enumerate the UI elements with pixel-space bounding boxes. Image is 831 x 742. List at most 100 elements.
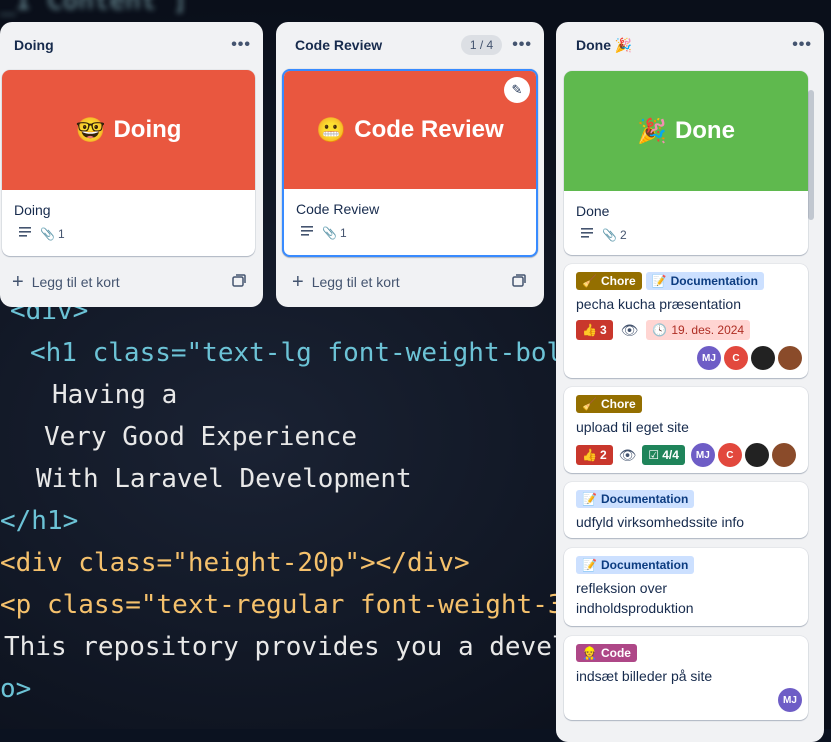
avatar[interactable] bbox=[744, 443, 769, 467]
memo-icon: 📝 bbox=[651, 274, 667, 288]
list-scrollbar[interactable] bbox=[808, 90, 814, 220]
card-labels: 📝 Documentation bbox=[564, 482, 808, 508]
checklist-count: 4/4 bbox=[662, 448, 679, 462]
avatar[interactable] bbox=[751, 346, 775, 370]
avatar[interactable] bbox=[771, 443, 796, 467]
card-cover: 😬 Code Review bbox=[284, 71, 536, 189]
description-icon bbox=[300, 225, 314, 240]
card-badges: 📎 1 bbox=[284, 219, 536, 248]
card-members: MJ C bbox=[697, 346, 802, 370]
avatar[interactable]: MJ bbox=[697, 346, 721, 370]
description-icon bbox=[18, 226, 32, 241]
cover-text: Doing bbox=[113, 116, 182, 143]
list-header: Doing ••• bbox=[0, 22, 263, 68]
attachment-badge: 📎 2 bbox=[602, 228, 627, 242]
code-line: With Laravel Development bbox=[36, 464, 412, 494]
card-upload-site[interactable]: 🧹 Chore upload til eget site 👍 2 👁 ☑ 4/4… bbox=[564, 387, 808, 473]
broom-icon: 🧹 bbox=[582, 397, 597, 411]
edit-card-icon[interactable]: ✎ bbox=[504, 77, 530, 103]
label-chore[interactable]: 🧹 Chore bbox=[576, 395, 642, 413]
card-title: pecha kucha præsentation bbox=[576, 296, 741, 312]
attachment-count: 1 bbox=[57, 226, 65, 241]
list-header: Done 🎉 ••• bbox=[556, 22, 824, 68]
attachment-count: 2 bbox=[619, 227, 627, 242]
memo-icon: 📝 bbox=[582, 492, 597, 506]
votes-badge[interactable]: 👍 2 bbox=[576, 445, 613, 465]
list-code-review: Code Review 1 / 4 ••• 😬 Code Review ✎ Co… bbox=[276, 22, 544, 307]
label-documentation[interactable]: 📝 Documentation bbox=[645, 272, 764, 290]
card-members: MJ bbox=[778, 688, 802, 712]
card-code-review[interactable]: 😬 Code Review ✎ Code Review 📎 1 bbox=[282, 69, 538, 257]
clock-icon: 🕓 bbox=[652, 323, 668, 337]
list-title[interactable]: Done 🎉 bbox=[576, 37, 792, 54]
memo-icon: 📝 bbox=[582, 558, 597, 572]
template-icon[interactable] bbox=[232, 274, 246, 291]
card-badges: 📎 1 bbox=[2, 220, 255, 249]
eye-icon: 👁 bbox=[620, 321, 639, 338]
card-badges: 👍 2 👁 ☑ 4/4 MJ C bbox=[564, 437, 808, 473]
template-icon[interactable] bbox=[512, 274, 526, 291]
grimacing-face-icon: 😬 bbox=[316, 116, 347, 144]
card-labels: 📝 Documentation bbox=[564, 548, 808, 574]
list-menu-icon[interactable]: ••• bbox=[512, 36, 532, 54]
label-documentation[interactable]: 📝 Documentation bbox=[576, 556, 695, 574]
card-title: Code Review bbox=[296, 201, 380, 217]
card-title: upload til eget site bbox=[576, 419, 689, 435]
label-chore[interactable]: 🧹 Chore bbox=[576, 272, 642, 290]
card-title: Doing bbox=[14, 202, 51, 218]
avatar[interactable]: C bbox=[717, 443, 742, 467]
add-card-label: Legg til et kort bbox=[311, 274, 400, 290]
label-text: Chore bbox=[600, 274, 636, 288]
card-doing[interactable]: 🤓 Doing Doing 📎 1 bbox=[2, 70, 255, 256]
construction-worker-icon: 👷 bbox=[582, 646, 597, 660]
card-done[interactable]: 🎉 Done Done 📎 2 bbox=[564, 71, 808, 255]
card-labels: 🧹 Chore bbox=[564, 387, 808, 413]
add-card-button[interactable]: + Legg til et kort bbox=[292, 266, 532, 298]
avatar[interactable] bbox=[778, 346, 802, 370]
list-menu-icon[interactable]: ••• bbox=[231, 36, 251, 54]
card-cover: 🎉 Done bbox=[564, 71, 808, 191]
label-text: Documentation bbox=[670, 274, 758, 288]
thumbs-up-icon: 👍 bbox=[582, 323, 597, 337]
paperclip-icon: 📎 bbox=[322, 225, 337, 240]
wip-limit-badge: 1 / 4 bbox=[460, 35, 503, 55]
avatar[interactable]: MJ bbox=[778, 688, 802, 712]
card-refleksion[interactable]: 📝 Documentation refleksion over indholds… bbox=[564, 548, 808, 626]
votes-badge[interactable]: 👍 3 bbox=[576, 320, 613, 340]
paperclip-icon: 📎 bbox=[602, 227, 617, 242]
attachment-count: 1 bbox=[339, 225, 347, 240]
add-card-button[interactable]: + Legg til et kort bbox=[12, 266, 252, 298]
card-badges: 📎 2 bbox=[564, 221, 808, 250]
card-title: indsæt billeder på site bbox=[576, 668, 713, 684]
avatar[interactable]: C bbox=[724, 346, 748, 370]
card-indsaet-billeder[interactable]: 👷 Code indsæt billeder på site MJ bbox=[564, 636, 808, 720]
list-header: Code Review 1 / 4 ••• bbox=[276, 22, 544, 68]
attachment-badge: 📎 1 bbox=[322, 226, 347, 240]
nerd-face-icon: 🤓 bbox=[75, 116, 106, 144]
card-pecha-kucha[interactable]: 🧹 Chore 📝 Documentation pecha kucha præs… bbox=[564, 264, 808, 378]
checklist-badge[interactable]: ☑ 4/4 bbox=[642, 445, 685, 465]
list-doing: Doing ••• 🤓 Doing Doing 📎 1 + Legg til e… bbox=[0, 22, 263, 307]
label-text: Chore bbox=[600, 397, 636, 411]
card-virksomhedssite[interactable]: 📝 Documentation udfyld virksomhedssite i… bbox=[564, 482, 808, 538]
list-done: Done 🎉 ••• 🎉 Done Done 📎 2 🧹 Chore 📝 Doc… bbox=[556, 22, 824, 742]
card-cover: 🤓 Doing bbox=[2, 70, 255, 190]
list-menu-icon[interactable]: ••• bbox=[792, 36, 812, 54]
label-code[interactable]: 👷 Code bbox=[576, 644, 637, 662]
list-title[interactable]: Code Review bbox=[295, 37, 461, 53]
broom-icon: 🧹 bbox=[582, 274, 597, 288]
code-line: <h1 class="text-lg font-weight-bold"> bbox=[30, 338, 610, 368]
card-badges: 👍 3 👁 🕓 19. des. 2024 bbox=[564, 314, 808, 348]
due-date-text: 19. des. 2024 bbox=[671, 323, 745, 337]
card-members: MJ C bbox=[690, 443, 796, 467]
label-documentation[interactable]: 📝 Documentation bbox=[576, 490, 695, 508]
cover-text: Code Review bbox=[354, 116, 504, 143]
code-line: Very Good Experience bbox=[44, 422, 358, 452]
code-line: This repository provides you a devel bbox=[4, 632, 568, 662]
card-labels: 🧹 Chore 📝 Documentation bbox=[564, 264, 808, 290]
avatar[interactable]: MJ bbox=[690, 443, 715, 467]
list-title[interactable]: Doing bbox=[14, 37, 231, 53]
due-date-badge[interactable]: 🕓 19. des. 2024 bbox=[646, 320, 751, 340]
party-popper-icon: 🎉 bbox=[637, 117, 667, 145]
thumbs-up-icon: 👍 bbox=[582, 448, 597, 462]
